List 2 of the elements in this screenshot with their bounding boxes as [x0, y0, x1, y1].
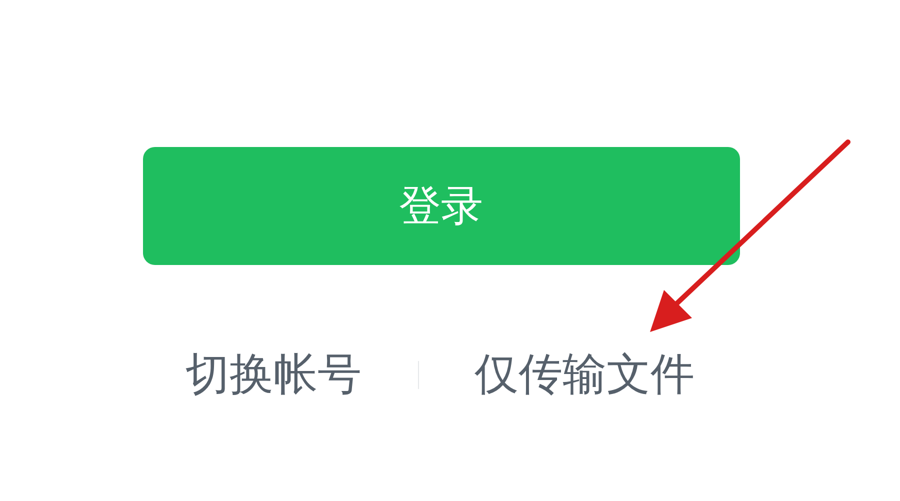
text-link[interactable]: 仅传输文件: [474, 353, 694, 397]
text-link[interactable]: 切换帐号: [186, 353, 362, 397]
